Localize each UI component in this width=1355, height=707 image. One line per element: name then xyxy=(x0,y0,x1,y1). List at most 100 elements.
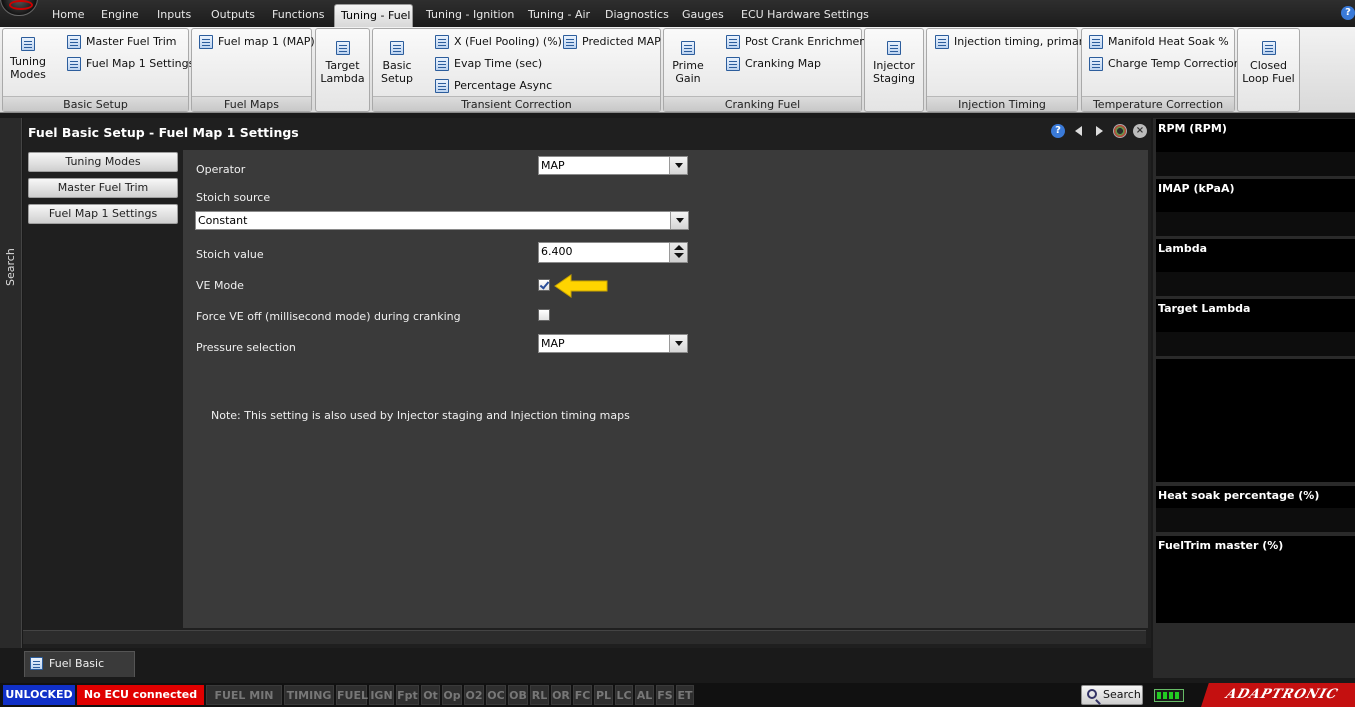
gauge-fueltrim-master[interactable]: FuelTrim master (%) xyxy=(1156,535,1355,623)
search-icon xyxy=(1087,689,1097,699)
stoich-source-select[interactable]: Constant xyxy=(195,211,689,230)
tab-ecu-hardware-settings[interactable]: ECU Hardware Settings xyxy=(735,4,875,27)
highlight-arrow-icon xyxy=(554,274,608,298)
fuel-map-1-settings-button[interactable]: Fuel Map 1 Settings xyxy=(67,55,194,73)
tab-diagnostics[interactable]: Diagnostics xyxy=(599,4,675,27)
stoich-value-input[interactable]: 6.400 xyxy=(538,242,688,263)
operator-select-value: MAP xyxy=(541,159,565,172)
nav-master-fuel-trim-button[interactable]: Master Fuel Trim xyxy=(28,178,178,198)
fuel-basic-setup-panel: Fuel Basic Setup - Fuel Map 1 Settings ?… xyxy=(23,118,1151,648)
operator-select[interactable]: MAP xyxy=(538,156,688,175)
tab-tuning-ignition[interactable]: Tuning - Ignition xyxy=(420,4,520,27)
close-icon[interactable]: × xyxy=(1133,124,1147,138)
nav-fuel-map-1-settings-button[interactable]: Fuel Map 1 Settings xyxy=(28,204,178,224)
table-icon xyxy=(67,35,81,49)
target-lambda-label: Target Lambda xyxy=(320,59,365,85)
fuel-map-1-map-label: Fuel map 1 (MAP) xyxy=(218,35,315,48)
gauge-value-bar xyxy=(1156,272,1355,296)
gauge-target-lambda[interactable]: Target Lambda xyxy=(1156,298,1355,356)
evap-time-button[interactable]: Evap Time (sec) xyxy=(435,55,542,73)
post-crank-enrichment-label: Post Crank Enrichment xyxy=(745,35,871,48)
x-fuel-pooling-button[interactable]: X (Fuel Pooling) (%) xyxy=(435,33,562,51)
injection-timing-primary-button[interactable]: Injection timing, primary xyxy=(935,33,1090,51)
operator-label: Operator xyxy=(196,163,246,176)
gauge-imap[interactable]: IMAP (kPaA) xyxy=(1156,178,1355,236)
gauge-heat-soak[interactable]: Heat soak percentage (%) xyxy=(1156,485,1355,532)
post-crank-enrichment-button[interactable]: Post Crank Enrichment xyxy=(726,33,871,51)
document-tab-fuel-basic-setup[interactable]: Fuel Basic Setup xyxy=(24,651,135,694)
predicted-map-button[interactable]: Predicted MAP xyxy=(563,33,661,51)
percentage-async-label: Percentage Async xyxy=(454,79,553,92)
closed-loop-fuel-label: Closed Loop Fuel xyxy=(1242,59,1295,85)
gauge-label: FuelTrim master (%) xyxy=(1158,539,1284,552)
ribbon-group-injector-staging: Injector Staging xyxy=(864,28,924,112)
gauge-icon[interactable] xyxy=(1112,124,1127,138)
map-icon xyxy=(199,35,213,49)
tuning-modes-label: Tuning Modes xyxy=(9,55,46,81)
prime-gain-label: Prime Gain xyxy=(672,59,704,85)
manifold-heat-soak-label: Manifold Heat Soak % xyxy=(1108,35,1229,48)
pressure-selection-select[interactable]: MAP xyxy=(538,334,688,353)
next-arrow-icon[interactable] xyxy=(1092,124,1106,138)
tab-tuning-fuel[interactable]: Tuning - Fuel xyxy=(334,4,413,27)
previous-arrow-icon[interactable] xyxy=(1072,124,1086,138)
search-side-tab[interactable]: Search xyxy=(0,118,22,648)
gauge-lambda[interactable]: Lambda xyxy=(1156,238,1355,296)
map-icon xyxy=(335,41,350,55)
cranking-map-button[interactable]: Cranking Map xyxy=(726,55,821,73)
gauge-panel: RPM (RPM) IMAP (kPaA) Lambda Target Lamb… xyxy=(1153,118,1355,678)
basic-setup-label: Basic Setup xyxy=(380,59,414,85)
pressure-selection-value: MAP xyxy=(541,337,565,350)
horizontal-scrollbar[interactable] xyxy=(23,630,1146,644)
group-label-temperature-correction: Temperature Correction xyxy=(1082,96,1234,111)
tuning-modes-button[interactable]: Tuning Modes xyxy=(5,33,51,81)
spinner-icon[interactable] xyxy=(669,243,687,262)
fuel-map-1-settings-label: Fuel Map 1 Settings xyxy=(86,57,195,70)
status-indicator: FUEL xyxy=(336,685,368,705)
target-lambda-button[interactable]: Target Lambda xyxy=(316,37,369,85)
status-indicator: FC xyxy=(573,685,592,705)
basic-setup-button[interactable]: Basic Setup xyxy=(375,37,419,85)
tab-functions[interactable]: Functions xyxy=(266,4,331,27)
fuel-map-1-map-button[interactable]: Fuel map 1 (MAP) xyxy=(199,33,315,51)
gauge-label: RPM (RPM) xyxy=(1158,122,1227,135)
panel-title: Fuel Basic Setup - Fuel Map 1 Settings xyxy=(28,125,299,140)
master-fuel-trim-button[interactable]: Master Fuel Trim xyxy=(67,33,176,51)
status-indicator: AL xyxy=(635,685,654,705)
tab-engine[interactable]: Engine xyxy=(95,4,145,27)
tab-gauges[interactable]: Gauges xyxy=(676,4,730,27)
tab-outputs[interactable]: Outputs xyxy=(205,4,261,27)
manifold-heat-soak-button[interactable]: Manifold Heat Soak % xyxy=(1089,33,1229,51)
app-logo-button[interactable] xyxy=(0,0,38,16)
injector-staging-button[interactable]: Injector Staging xyxy=(865,37,923,85)
ve-mode-label: VE Mode xyxy=(196,279,244,292)
chevron-down-icon[interactable] xyxy=(669,157,687,174)
help-icon[interactable]: ? xyxy=(1341,6,1355,20)
gauge-value-bar xyxy=(1156,332,1355,356)
chevron-down-icon[interactable] xyxy=(669,335,687,352)
tab-inputs[interactable]: Inputs xyxy=(151,4,197,27)
panel-title-icons: ? × xyxy=(1048,124,1147,140)
ribbon-group-cranking-fuel: Prime Gain Post Crank Enrichment Crankin… xyxy=(663,28,871,112)
prime-gain-button[interactable]: Prime Gain xyxy=(666,37,710,85)
brand-logo: ADAPTRONIC xyxy=(1201,683,1355,707)
battery-icon xyxy=(1154,689,1184,702)
nav-tuning-modes-button[interactable]: Tuning Modes xyxy=(28,152,178,172)
injector-staging-label: Injector Staging xyxy=(872,59,916,85)
injection-timing-primary-label: Injection timing, primary xyxy=(954,35,1090,48)
force-ve-off-checkbox[interactable] xyxy=(538,309,550,321)
gauge-rpm[interactable]: RPM (RPM) xyxy=(1156,118,1355,176)
closed-loop-fuel-button[interactable]: Closed Loop Fuel xyxy=(1238,37,1299,85)
percentage-async-button[interactable]: Percentage Async xyxy=(435,77,552,95)
search-side-tab-label: Search xyxy=(4,248,17,286)
charge-temp-correction-button[interactable]: Charge Temp Correction xyxy=(1089,55,1241,73)
search-button[interactable]: Search xyxy=(1081,685,1143,705)
status-indicator: FS xyxy=(656,685,674,705)
ve-mode-checkbox[interactable] xyxy=(538,279,550,291)
settings-note: Note: This setting is also used by Injec… xyxy=(211,409,630,422)
chevron-down-icon[interactable] xyxy=(670,212,688,229)
tab-tuning-air[interactable]: Tuning - Air xyxy=(522,4,596,27)
map-icon xyxy=(435,35,449,49)
help-icon[interactable]: ? xyxy=(1051,124,1065,138)
tab-home[interactable]: Home xyxy=(46,4,90,27)
